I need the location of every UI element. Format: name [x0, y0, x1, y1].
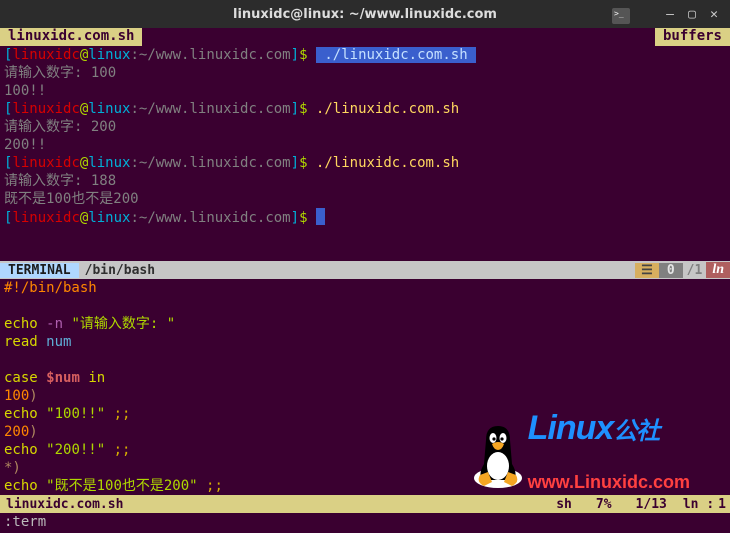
terminal-pane[interactable]: [linuxidc@linux:~/www.linuxidc.com]$ ./l… [0, 46, 730, 261]
mode-indicator: TERMINAL [0, 263, 79, 278]
terminal-app-icon: >_ [612, 8, 630, 24]
hamburger-icon: ☰ [635, 263, 659, 278]
buffer-tab-active[interactable]: linuxidc.com.sh [0, 28, 142, 46]
vim-bufferline: linuxidc.com.sh buffers [0, 28, 730, 46]
status-file: /bin/bash [79, 263, 161, 278]
tux-icon [468, 420, 528, 490]
minimize-button[interactable]: — [660, 4, 680, 24]
terminal-statusline: TERMINAL /bin/bash ☰ 0 /1 ln [0, 261, 730, 279]
close-button[interactable]: ✕ [704, 4, 724, 24]
status-buffer-total: /1 [683, 263, 707, 278]
logo-brand: Linux公社 [528, 419, 690, 441]
logo-url: www.Linuxidc.com [528, 473, 690, 491]
watermark-logo: Linux公社 www.Linuxidc.com [468, 383, 690, 527]
editor-pane[interactable]: #!/bin/bash echo -n "请输入数字: "read num ca… [0, 279, 730, 495]
buffers-indicator[interactable]: buffers [655, 28, 730, 46]
window-title: linuxidc@linux: ~/www.linuxidc.com [233, 7, 497, 22]
window-titlebar: linuxidc@linux: ~/www.linuxidc.com >_ — … [0, 0, 730, 28]
status-ln-label: ln [706, 262, 730, 278]
status-buffer-num: 0 [659, 263, 683, 278]
maximize-button[interactable]: ▢ [682, 4, 702, 24]
